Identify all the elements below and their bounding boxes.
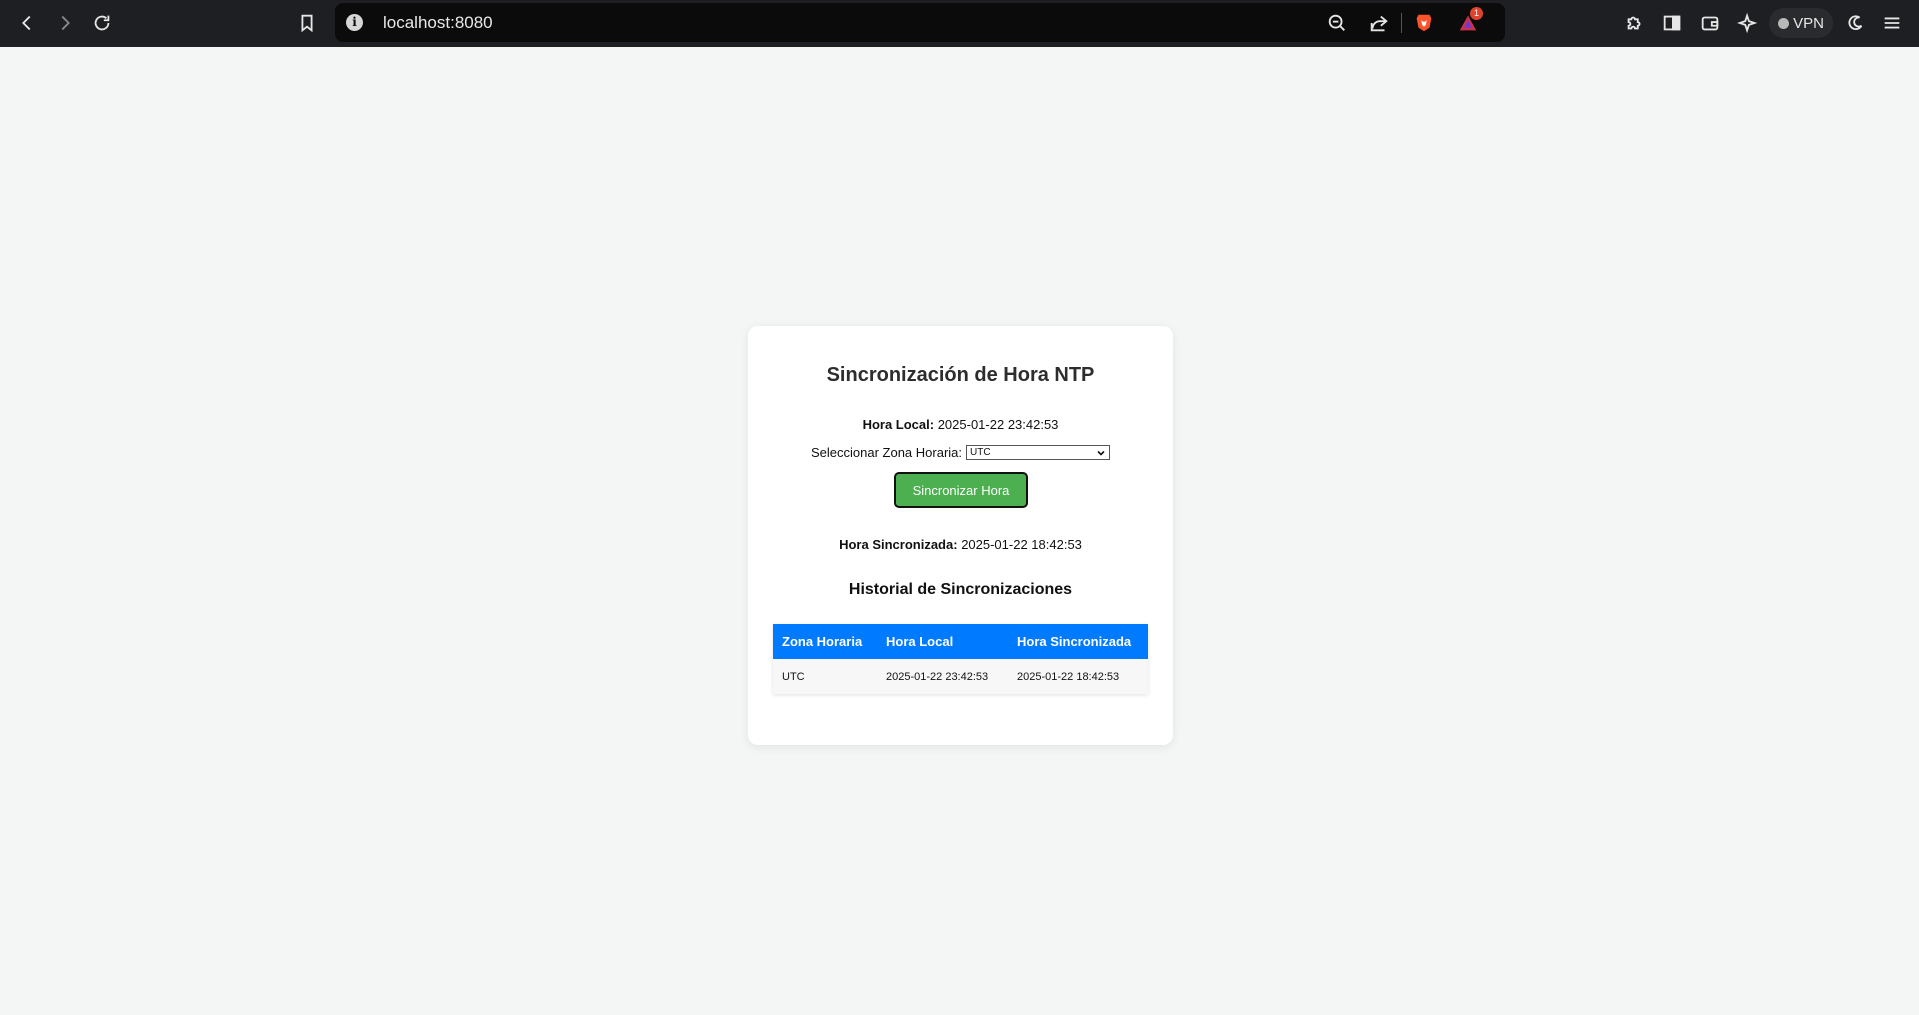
sidebar-icon — [1663, 15, 1681, 31]
share-button[interactable] — [1367, 11, 1391, 35]
vpn-button[interactable]: VPN — [1769, 8, 1833, 38]
local-time: Hora Local: 2025-01-22 23:42:53 — [748, 417, 1173, 432]
reload-button[interactable] — [87, 8, 117, 38]
brave-shields-button[interactable] — [1412, 11, 1436, 35]
back-button[interactable] — [12, 8, 42, 38]
hamburger-menu-icon — [1884, 17, 1900, 29]
synced-time-value: 2025-01-22 18:42:53 — [961, 537, 1082, 552]
table-row: UTC 2025-01-22 23:42:53 2025-01-22 18:42… — [773, 659, 1148, 694]
url-separator — [1401, 13, 1402, 33]
sync-time-button[interactable]: Sincronizar Hora — [894, 472, 1028, 508]
crescent-icon — [1848, 15, 1863, 30]
local-time-value: 2025-01-22 23:42:53 — [937, 417, 1059, 432]
cell-local-time: 2025-01-22 23:42:53 — [877, 659, 1008, 694]
history-title: Historial de Sincronizaciones — [848, 581, 1073, 598]
synced-time: Hora Sincronizada: 2025-01-22 18:42:53 — [748, 537, 1173, 552]
extensions-button[interactable] — [1620, 8, 1650, 38]
history-table: Zona Horaria Hora Local Hora Sincronizad… — [773, 624, 1148, 694]
sync-card: Sincronización de Hora NTP Hora Local: 2… — [748, 326, 1173, 745]
bookmark-icon — [301, 14, 313, 33]
puzzle-icon — [1627, 16, 1641, 30]
address-bar[interactable]: i localhost:8080 1 — [335, 3, 1505, 42]
timezone-select[interactable]: UTC — [966, 445, 1111, 460]
notification-badge: 1 — [1470, 7, 1483, 20]
theme-button[interactable] — [1840, 8, 1870, 38]
reload-icon — [94, 15, 110, 31]
wallet-icon — [1701, 16, 1719, 31]
timezone-selected-value: UTC — [970, 447, 991, 458]
chevron-down-icon — [1097, 450, 1105, 456]
column-header-local-time: Hora Local — [877, 624, 1008, 659]
zoom-button[interactable] — [1325, 11, 1349, 35]
chevron-left-icon — [22, 15, 31, 31]
synced-time-label: Hora Sincronizada: — [839, 537, 958, 552]
page-title: Sincronización de Hora NTP — [826, 364, 1095, 386]
column-header-timezone: Zona Horaria — [773, 624, 877, 659]
chevron-right-icon — [61, 15, 70, 31]
browser-toolbar: i localhost:8080 1 VPN — [0, 0, 1919, 47]
forward-button[interactable] — [50, 8, 80, 38]
sidebar-button[interactable] — [1657, 8, 1687, 38]
url-text[interactable]: localhost:8080 — [383, 13, 493, 33]
site-info-icon[interactable]: i — [346, 14, 363, 31]
column-header-synced-time: Hora Sincronizada — [1008, 624, 1148, 659]
cell-synced-time: 2025-01-22 18:42:53 — [1008, 659, 1148, 694]
share-icon — [1370, 15, 1388, 32]
sparkle-icon — [1737, 12, 1758, 34]
leo-ai-button[interactable] — [1733, 8, 1763, 38]
vpn-label: VPN — [1793, 14, 1824, 32]
zoom-out-icon — [1328, 14, 1345, 31]
brave-rewards-button[interactable]: 1 — [1456, 7, 1483, 35]
wallet-button[interactable] — [1695, 8, 1725, 38]
menu-button[interactable] — [1877, 8, 1907, 38]
bookmark-button[interactable] — [292, 8, 322, 38]
timezone-row: Seleccionar Zona Horaria: UTC — [748, 445, 1173, 460]
vpn-status-icon — [1778, 17, 1790, 29]
local-time-label: Hora Local: — [862, 417, 935, 432]
brave-lion-icon — [1416, 14, 1432, 32]
table-header-row: Zona Horaria Hora Local Hora Sincronizad… — [773, 624, 1148, 659]
timezone-label: Seleccionar Zona Horaria: — [810, 445, 963, 460]
cell-timezone: UTC — [773, 659, 877, 694]
